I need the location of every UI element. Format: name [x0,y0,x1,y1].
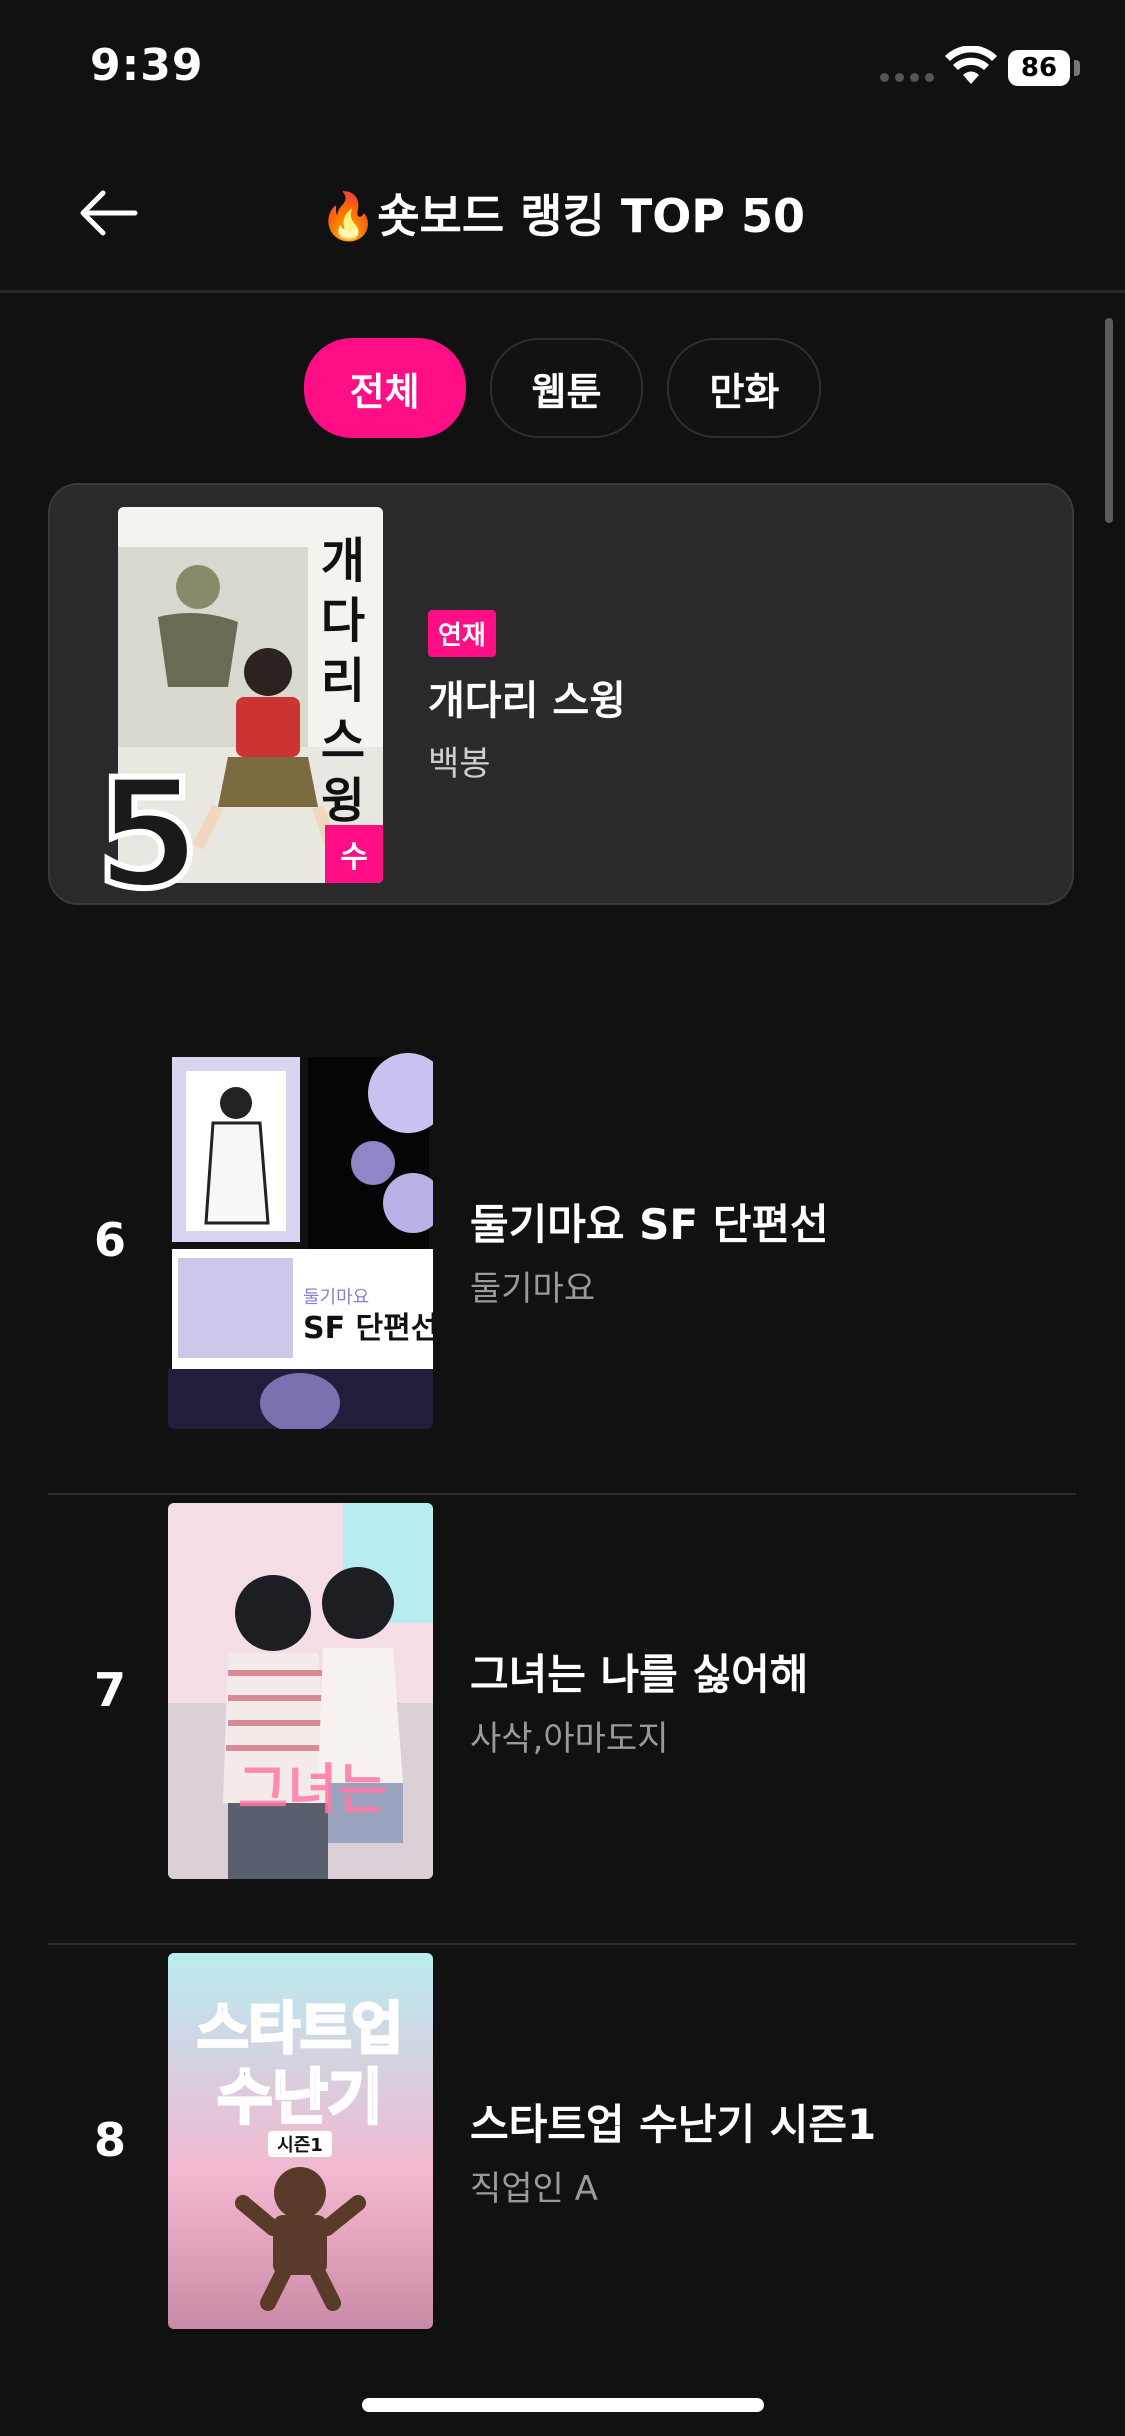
featured-title: 개다리 스윙 [428,678,626,724]
status-time: 9:39 [90,40,204,91]
list-item[interactable]: 7 그녀는 그녀는 나를 싫어해 사삭,아마도지 [48,1493,1076,1945]
svg-text:SF 단편선: SF 단편선 [303,1311,433,1346]
page-title: 🔥숏보드 랭킹 TOP 50 [319,189,806,243]
featured-rank: 5 [93,748,203,922]
list-rank: 6 [94,1213,127,1267]
battery-icon: 86 [1008,50,1070,86]
list-item[interactable]: 8 스타트업 수난기 시즌1 스타트업 수난기 시즌1 직업인 A [48,1943,1076,2393]
cover-art-illustration: 둘기마요 SF 단편선 [168,1053,433,1429]
tab-all[interactable]: 전체 [303,338,466,438]
list-author: 둘기마요 [470,1269,596,1309]
tab-comic[interactable]: 만화 [667,338,822,438]
svg-text:둘기마요: 둘기마요 [303,1287,369,1308]
list-author: 직업인 A [470,2169,598,2209]
svg-text:수난기: 수난기 [217,2063,383,2133]
list-author: 사삭,아마도지 [470,1719,669,1759]
battery-cap [1074,60,1080,76]
cellular-signal-icon [880,73,934,82]
list-title: 둘기마요 SF 단편선 [470,1200,829,1249]
list-item[interactable]: 6 둘기마요 SF 단편선 둘기마요 SF 단편선 둘기마요 [48,1043,1076,1495]
wifi-icon [945,46,997,84]
header: 🔥숏보드 랭킹 TOP 50 [0,140,1125,293]
tab-webtoon[interactable]: 웹툰 [489,338,644,438]
serial-tag: 연재 [428,610,496,657]
status-bar: 9:39 86 [0,0,1125,140]
list-thumbnail: 스타트업 수난기 시즌1 [168,1953,433,2329]
list-thumbnail: 둘기마요 SF 단편선 [168,1053,433,1429]
featured-author: 백봉 [428,744,491,784]
svg-text:시즌1: 시즌1 [277,2135,323,2156]
home-indicator[interactable] [362,2398,764,2412]
svg-text:리: 리 [321,653,365,709]
weekday-badge: 수 [325,825,383,883]
battery-level: 86 [1020,53,1058,83]
list-rank: 7 [94,1663,127,1717]
list-rank: 8 [94,2113,127,2167]
list-title: 스타트업 수난기 시즌1 [470,2100,877,2149]
cover-art-illustration: 그녀는 [168,1503,433,1879]
svg-text:스: 스 [321,713,365,769]
filter-tabs: 전체 웹툰 만화 [0,338,1125,438]
cover-art-illustration: 스타트업 수난기 시즌1 [168,1953,433,2329]
svg-text:윙: 윙 [321,773,365,829]
svg-text:개: 개 [321,533,365,589]
list-title: 그녀는 나를 싫어해 [470,1650,809,1699]
svg-text:스타트업: 스타트업 [197,1997,403,2062]
list-thumbnail: 그녀는 [168,1503,433,1879]
svg-text:다: 다 [321,593,365,649]
svg-text:그녀는: 그녀는 [238,1758,387,1821]
